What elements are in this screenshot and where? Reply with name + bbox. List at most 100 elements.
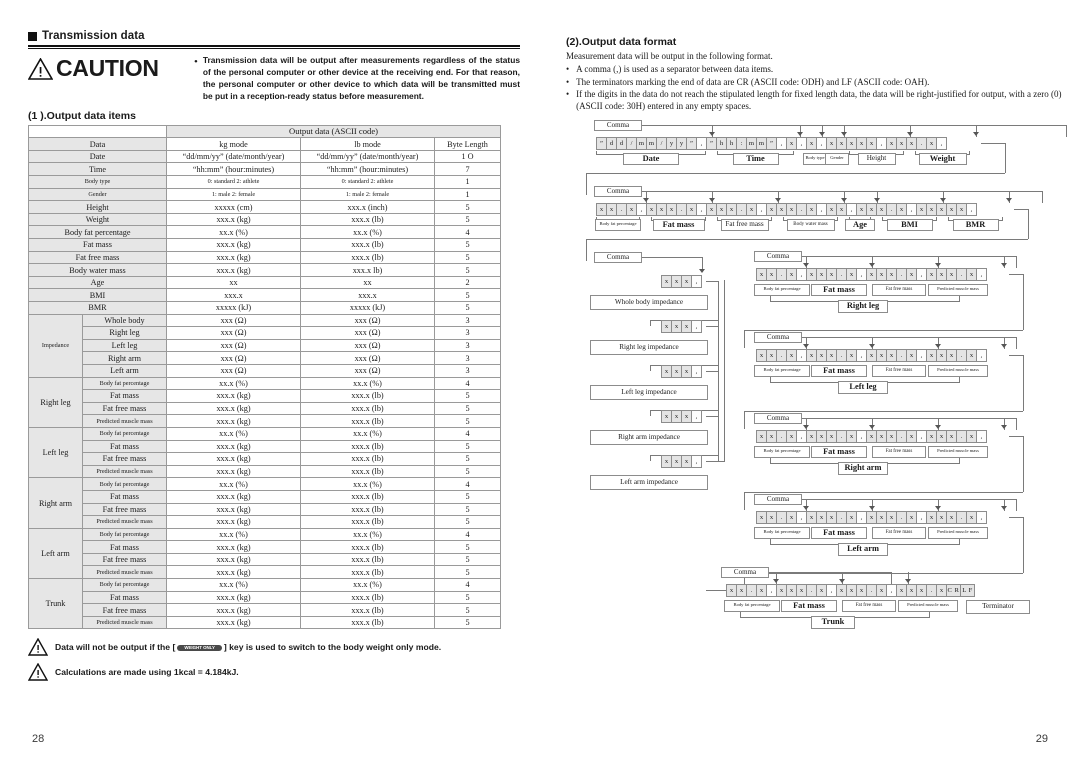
label-weight: Weight <box>918 152 967 165</box>
table-row: Predicted muscle mass xxx.x (kg) xxx.x (lb… <box>29 615 502 630</box>
table-row: Fat free mass xxx.x (kg) xxx.x (lb) 5 <box>29 502 502 517</box>
right-page: (2).Output data format Measurement data … <box>566 36 1067 640</box>
table-row: Fat free mass xxx.x (kg) xxx.x (lb) 5 <box>29 401 502 416</box>
row-lb: “dd/mm/yy” (date/month/year) <box>300 149 435 164</box>
arrow-icon <box>904 578 911 583</box>
row-bytes: 5 <box>433 301 502 315</box>
connector-line <box>929 611 930 617</box>
table-row: Right leg Body fat percentage xx.x (%) xx.x… <box>28 376 502 428</box>
impedance-cells-1: xxx, <box>661 319 702 333</box>
label-body-fat-percentage: Body fat percentage <box>595 218 641 231</box>
connector-line <box>1023 516 1024 573</box>
comma-box-seg-0: Comma <box>754 250 802 262</box>
row-lb: xxx.x (lb) <box>300 401 435 416</box>
caution-label: CAUTION <box>28 55 194 80</box>
row-kg: xx.x (%) <box>166 527 301 542</box>
row-bytes: 5 <box>433 615 502 630</box>
row-lb: xx <box>300 275 435 290</box>
arrow-icon <box>840 131 847 136</box>
connector-line <box>959 538 960 544</box>
table-row: Fat free mass xxx.x (kg) xxx.x (lb) 5 <box>29 552 502 567</box>
data-cell: , <box>691 274 702 288</box>
row-lb: xxx (Ω) <box>300 363 435 378</box>
format-bullet-text: The terminators marking the end of data … <box>576 76 930 87</box>
row-label: Whole body <box>82 313 167 328</box>
connector-line <box>706 589 726 591</box>
row-label: Fat mass <box>82 540 167 554</box>
row-label: Fat mass <box>28 238 167 252</box>
row-kg: xxx.x (kg) <box>166 452 301 466</box>
connector-line <box>837 216 838 220</box>
table-row: Trunk Body fat percentage xx.x (%) xx.x (%)… <box>28 578 502 630</box>
table-row: Weight xxx.x (kg) xxx.x (lb) 5 <box>28 212 502 227</box>
warning-note-2-text: Calculations are made using 1kcal = 4.18… <box>55 667 239 678</box>
connector-line <box>642 256 702 258</box>
row-kg: xxx (Ω) <box>166 363 301 378</box>
comma-box-2: Comma <box>594 185 642 197</box>
section-title-text: Transmission data <box>42 30 145 42</box>
label-segment-group-3: Left arm <box>838 542 888 556</box>
comma-box: Comma <box>594 119 642 131</box>
row-kg: xxx.x (kg) <box>166 212 301 227</box>
table-row: Fat free mass xxx.x (kg) xxx.x (lb) 5 <box>29 603 502 617</box>
connector-line <box>718 280 719 326</box>
output-data-items-table: Output data (ASCII code) Data kg mode lb mo… <box>28 124 502 630</box>
table-row: Fat free mass xxx.x (kg) xxx.x (lb) 5 <box>29 452 502 466</box>
row-lb: xx.x (%) <box>300 578 435 592</box>
label-time: Time <box>732 152 779 165</box>
table-row: Body water mass xxx.x (kg) xxx.x lb) 5 <box>28 263 502 277</box>
heading-rule <box>28 45 520 47</box>
row-lb: xx.x (%) <box>300 225 435 240</box>
label-trunk-predicted-muscle-mass: Predicted muscle mass <box>898 599 958 612</box>
connector-line <box>717 216 718 220</box>
row-group-label: Left arm <box>28 527 83 580</box>
connector-line <box>769 571 891 573</box>
row-bytes: 5 <box>433 489 502 504</box>
row-group-label: Impedance <box>28 313 83 378</box>
connector-line <box>650 364 651 371</box>
connector-line <box>642 124 1066 126</box>
row-bytes: 5 <box>433 212 502 227</box>
row-bytes: 5 <box>433 200 502 214</box>
connector-line <box>717 150 718 154</box>
col-header-bytes: Byte Length <box>433 137 502 151</box>
arrow-icon <box>708 197 715 202</box>
table-row: Fat mass xxx.x (kg) xxx.x (lb) 5 <box>29 389 502 403</box>
heading-rule-thin <box>28 48 520 49</box>
format-bullet: • A comma (,) is used as a separator betw… <box>566 64 1062 76</box>
row-kg: xx.x (%) <box>166 225 301 240</box>
table-header-ascii: Output data (ASCII code) <box>165 124 502 139</box>
table-row: BMR xxxxx (kJ) xxxxx (kJ) 5 <box>28 301 502 315</box>
arrow-icon <box>873 197 880 202</box>
row-lb: xxx.x (lb) <box>300 250 435 265</box>
arrow-icon <box>642 197 649 202</box>
row-label: Predicted muscle mass <box>82 414 167 428</box>
connector-line <box>891 571 892 584</box>
label-fat-free-mass-1: Fat free mass <box>872 364 926 377</box>
label-fat-mass-0: Fat mass <box>811 283 867 296</box>
format-bullet-text: A comma (,) is used as a separator betwe… <box>576 64 774 74</box>
row-label: Weight <box>28 212 167 227</box>
data-cell: , <box>691 364 702 378</box>
row-label: Fat mass <box>82 590 167 605</box>
label-body-water-mass: Body water mass <box>786 218 835 231</box>
arrow-icon <box>802 424 809 429</box>
connector-line <box>1016 336 1017 349</box>
row-bytes: 5 <box>433 439 502 454</box>
arrow-icon <box>1005 197 1012 202</box>
connector-line <box>1066 124 1067 137</box>
table-row: Right leg xxx (Ω) xxx (Ω) 3 <box>29 326 502 340</box>
section-heading: Transmission data <box>28 30 520 42</box>
row-label: Body fat percentage <box>82 376 167 391</box>
row-bytes: 5 <box>433 452 502 466</box>
manual-spread: Transmission data CAUTION • Transmission… <box>0 0 1080 763</box>
connector-line <box>706 415 718 417</box>
arrow-icon <box>868 343 875 348</box>
row-kg: xxx.x (kg) <box>166 464 301 479</box>
row-kg: “hh:mm” (hour:minutes) <box>166 162 301 177</box>
table-row: Predicted muscle mass xxx.x (kg) xxx.x (lb… <box>29 565 502 580</box>
row-kg: xxx.x (kg) <box>166 439 301 454</box>
arrow-icon <box>868 424 875 429</box>
row-bytes: 5 <box>433 288 502 302</box>
row-label: BMR <box>28 301 167 315</box>
